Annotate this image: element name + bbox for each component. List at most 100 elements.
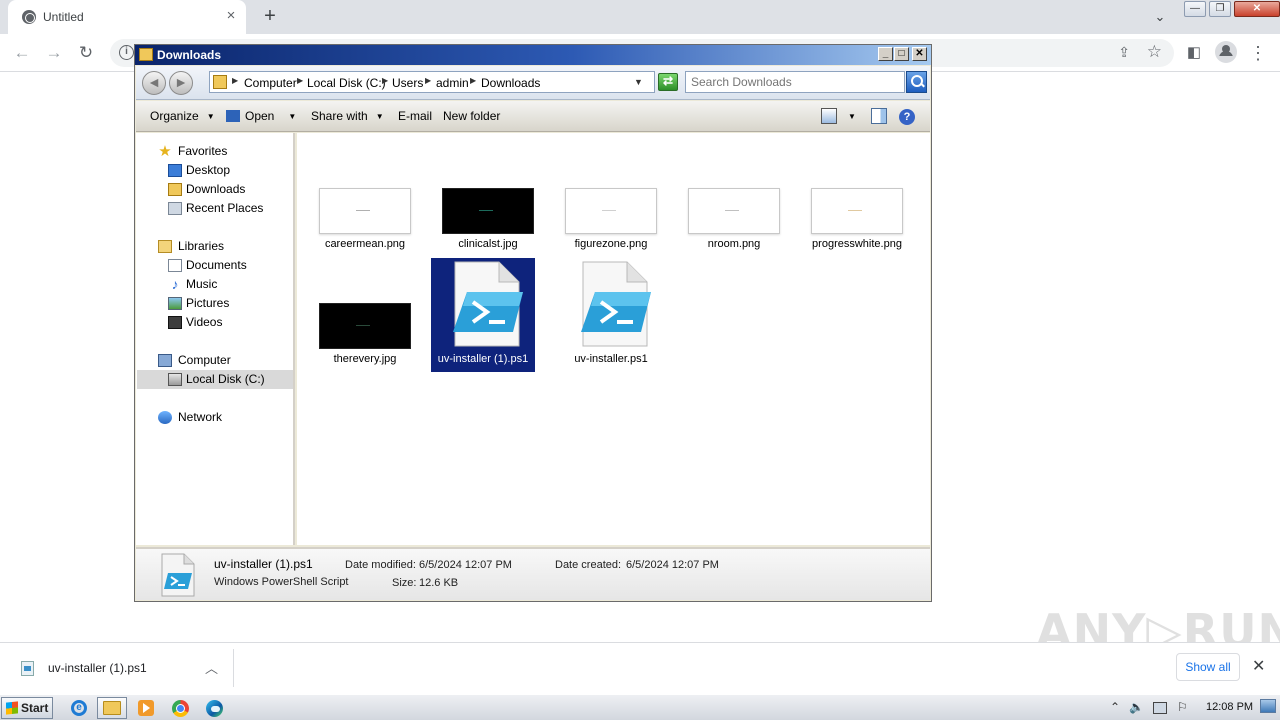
organize-menu[interactable]: Organize ▼ — [150, 109, 215, 123]
search-icon[interactable] — [906, 71, 927, 93]
breadcrumb-users[interactable]: Users — [392, 76, 423, 90]
taskbar-chrome[interactable] — [165, 697, 195, 719]
nav-desktop[interactable]: Desktop — [166, 161, 291, 180]
tab-close-button[interactable]: × — [222, 7, 240, 25]
search-box[interactable] — [685, 71, 905, 93]
reload-button[interactable]: ↻ — [74, 41, 98, 65]
download-options-chevron-icon[interactable]: ︿ — [205, 658, 218, 677]
breadcrumb-separator-icon[interactable]: ▶ — [382, 76, 388, 85]
file-item[interactable]: therevery.jpg — [313, 303, 417, 375]
windows-logo-icon — [6, 701, 18, 715]
taskbar-clock[interactable]: 12:08 PM — [1206, 701, 1253, 713]
network-status-icon[interactable] — [1153, 702, 1167, 714]
nav-downloads[interactable]: Downloads — [166, 180, 291, 199]
file-item[interactable]: clinicalst.jpg — [436, 188, 540, 260]
search-input[interactable] — [686, 72, 904, 92]
details-date-created: 6/5/2024 12:07 PM — [626, 559, 719, 571]
breadcrumb-separator-icon[interactable]: ▶ — [297, 76, 303, 85]
nav-favorites[interactable]: ★ Favorites — [156, 142, 286, 161]
file-explorer-icon — [103, 701, 121, 715]
nav-libraries[interactable]: Libraries — [156, 237, 286, 256]
volume-icon[interactable]: 🔈 — [1129, 700, 1144, 714]
file-name: therevery.jpg — [333, 353, 397, 365]
breadcrumb-separator-icon[interactable]: ▶ — [425, 76, 431, 85]
file-name: careermean.png — [324, 238, 406, 250]
nav-documents[interactable]: Documents — [166, 256, 291, 275]
file-item[interactable]: figurezone.png — [559, 188, 663, 260]
view-options-dropdown-icon[interactable]: ▼ — [848, 112, 856, 121]
file-item[interactable]: nroom.png — [682, 188, 786, 260]
share-icon[interactable]: ⇪ — [1118, 44, 1130, 61]
thumbnail-content-mark — [356, 325, 370, 327]
email-button[interactable]: E-mail — [398, 109, 432, 123]
new-tab-button[interactable]: + — [258, 5, 282, 29]
explorer-title-bar[interactable]: Downloads _ □ ✕ — [135, 45, 931, 65]
back-button[interactable]: ← — [10, 41, 34, 65]
browser-minimize-button[interactable]: — — [1184, 1, 1206, 17]
file-item[interactable]: uv-installer (1).ps1 — [431, 258, 535, 372]
nav-documents-label: Documents — [186, 258, 247, 272]
breadcrumb-admin[interactable]: admin — [436, 76, 469, 90]
browser-tab[interactable]: Untitled × — [8, 0, 246, 34]
action-center-flag-icon[interactable]: ⚐ — [1177, 700, 1188, 714]
download-item[interactable]: uv-installer (1).ps1 ︿ — [8, 649, 234, 687]
open-button[interactable]: Open ▼ — [226, 109, 296, 123]
share-with-menu[interactable]: Share with ▼ — [311, 109, 384, 123]
show-hidden-icons-icon[interactable]: ⌃ — [1110, 700, 1120, 714]
nav-local-disk[interactable]: Local Disk (C:) — [137, 370, 293, 389]
browser-restore-button[interactable]: ❐ — [1209, 1, 1231, 17]
forward-button[interactable]: → — [42, 41, 66, 65]
music-icon: ♪ — [171, 276, 179, 292]
refresh-button[interactable]: ⇄ — [658, 73, 678, 91]
breadcrumb-downloads[interactable]: Downloads — [481, 76, 540, 90]
file-item[interactable]: uv-installer.ps1 — [559, 258, 663, 372]
breadcrumb-separator-icon[interactable]: ▶ — [470, 76, 476, 85]
taskbar-edge[interactable] — [199, 697, 229, 719]
new-folder-button[interactable]: New folder — [443, 109, 500, 123]
local-disk-icon — [168, 373, 182, 386]
taskbar-ie[interactable]: e — [64, 697, 94, 719]
nav-local-disk-label: Local Disk (C:) — [186, 372, 265, 386]
open-dropdown-icon[interactable]: ▼ — [288, 112, 296, 121]
file-item[interactable]: progresswhite.png — [805, 188, 909, 260]
site-info-icon[interactable]: i — [119, 45, 134, 60]
file-name: figurezone.png — [574, 238, 648, 250]
browser-menu-icon[interactable]: ⋮ — [1248, 43, 1268, 63]
details-date-modified: 6/5/2024 12:07 PM — [419, 559, 512, 571]
start-button[interactable]: Start — [1, 697, 53, 719]
breadcrumb-separator-icon[interactable]: ▶ — [232, 76, 238, 85]
tab-search-chevron-icon[interactable]: ⌄ — [1150, 7, 1170, 27]
shelf-close-icon[interactable]: ✕ — [1252, 656, 1265, 676]
explorer-forward-button[interactable]: ► — [169, 71, 193, 95]
nav-recent-places[interactable]: Recent Places — [166, 199, 291, 218]
nav-music[interactable]: ♪ Music — [166, 275, 291, 294]
side-panel-icon[interactable]: ◧ — [1184, 43, 1204, 63]
profile-avatar-icon[interactable] — [1215, 41, 1237, 63]
breadcrumb-local-disk[interactable]: Local Disk (C:) — [307, 76, 386, 90]
change-view-icon[interactable] — [821, 108, 837, 124]
show-desktop-icon[interactable] — [1260, 699, 1276, 713]
file-item[interactable]: careermean.png — [313, 188, 417, 260]
explorer-close-button[interactable]: ✕ — [912, 47, 927, 61]
breadcrumb-computer[interactable]: Computer — [244, 76, 297, 90]
explorer-minimize-button[interactable]: _ — [878, 47, 893, 61]
taskbar-media-player[interactable] — [131, 697, 161, 719]
bookmark-star-icon[interactable]: ☆ — [1147, 42, 1162, 62]
nav-pictures[interactable]: Pictures — [166, 294, 291, 313]
taskbar-explorer[interactable] — [97, 697, 127, 719]
media-player-icon — [138, 700, 154, 716]
address-history-dropdown-icon[interactable]: ▼ — [634, 77, 643, 87]
nav-network[interactable]: Network — [156, 408, 286, 427]
show-all-button[interactable]: Show all — [1176, 653, 1240, 681]
browser-close-button[interactable]: ✕ — [1234, 1, 1280, 17]
preview-pane-icon[interactable] — [871, 108, 887, 124]
help-icon[interactable]: ? — [899, 109, 915, 125]
breadcrumb[interactable]: ▶ Computer ▶ Local Disk (C:) ▶ Users ▶ a… — [209, 71, 655, 93]
explorer-back-button[interactable]: ◄ — [142, 71, 166, 95]
explorer-maximize-button[interactable]: □ — [894, 47, 909, 61]
nav-computer[interactable]: Computer — [156, 351, 286, 370]
nav-videos[interactable]: Videos — [166, 313, 291, 332]
chrome-icon — [171, 699, 189, 717]
documents-icon — [168, 259, 182, 272]
nav-desktop-label: Desktop — [186, 163, 231, 177]
